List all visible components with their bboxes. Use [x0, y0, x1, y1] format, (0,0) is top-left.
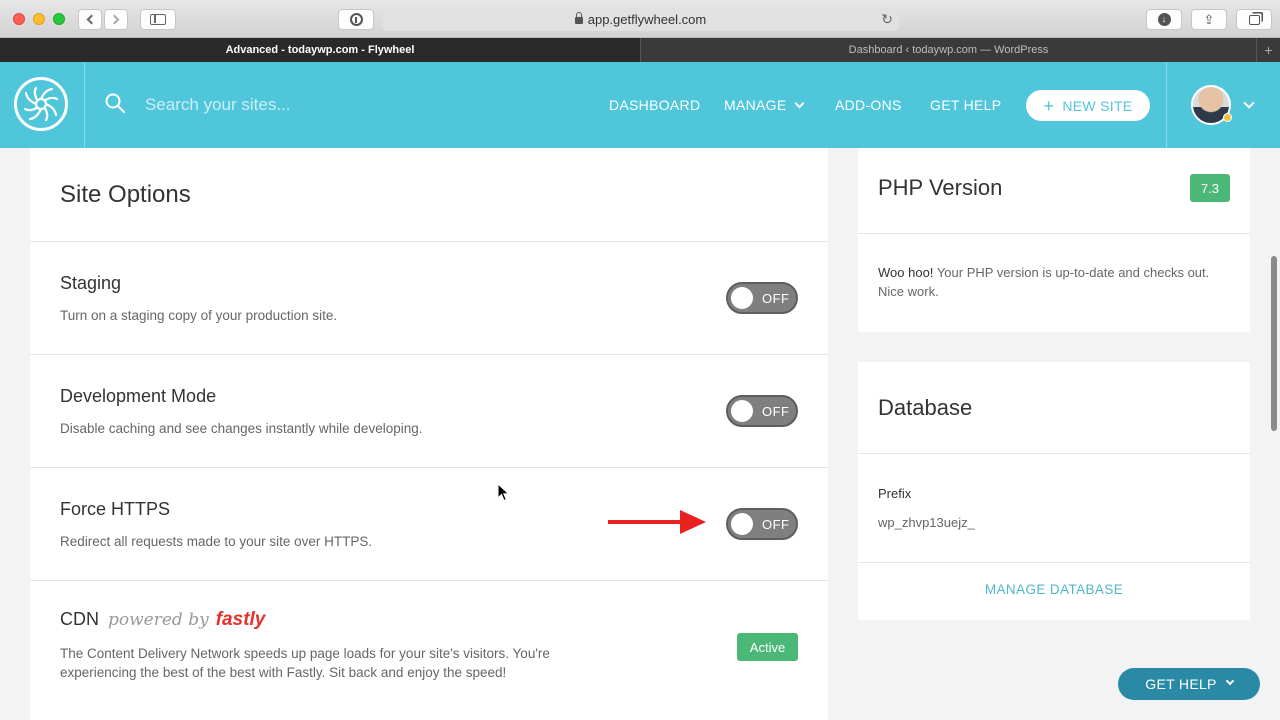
- plus-icon: +: [1043, 95, 1055, 116]
- cdn-desc-line-1: The Content Delivery Network speeds up p…: [60, 646, 550, 661]
- download-icon: ↓: [1157, 13, 1171, 26]
- flywheel-logo-icon: [23, 86, 59, 122]
- toggle-knob: [731, 287, 753, 309]
- tab-overview-button[interactable]: [1236, 9, 1272, 30]
- cdn-label: CDN: [60, 609, 99, 629]
- option-desc: Disable caching and see changes instantl…: [60, 421, 423, 436]
- browser-titlebar: app.getflywheel.com ↻ ↓ ⇪: [0, 0, 1280, 38]
- card-title: Database: [878, 395, 973, 420]
- red-arrow-annotation: [608, 510, 706, 534]
- card-title: PHP Version: [878, 175, 1003, 200]
- sidebar-icon: [150, 14, 166, 25]
- nav-manage[interactable]: MANAGE: [724, 97, 805, 113]
- option-row-staging: Staging Turn on a staging copy of your p…: [30, 241, 828, 354]
- divider: [858, 562, 1250, 563]
- cdn-desc-line-2: experiencing the best of the best with F…: [60, 665, 507, 680]
- search-icon[interactable]: [105, 93, 125, 113]
- divider: [858, 453, 1250, 454]
- page-scrollbar[interactable]: [1271, 256, 1277, 431]
- staging-toggle[interactable]: OFF: [726, 282, 798, 314]
- forward-button[interactable]: [104, 9, 128, 30]
- nav-manage-label: MANAGE: [724, 97, 787, 113]
- chevron-down-icon[interactable]: [1243, 97, 1255, 109]
- option-title: Staging: [60, 273, 122, 293]
- chevron-right-icon: [109, 14, 120, 25]
- development-mode-toggle[interactable]: OFF: [726, 395, 798, 427]
- downloads-button[interactable]: ↓: [1146, 9, 1182, 30]
- option-desc: Redirect all requests made to your site …: [60, 534, 373, 549]
- browser-tab-active[interactable]: Advanced - todaywp.com - Flywheel: [0, 38, 640, 62]
- db-prefix-value: wp_zhvp13uejz_: [878, 515, 975, 530]
- tabs-icon: [1248, 14, 1260, 25]
- lock-icon: [574, 12, 583, 24]
- reload-icon[interactable]: ↻: [881, 11, 893, 28]
- nav-dashboard[interactable]: DASHBOARD: [609, 97, 700, 113]
- php-version-card: PHP Version 7.3 Woo hoo! Your PHP versio…: [858, 148, 1250, 332]
- chevron-down-icon: [1225, 676, 1234, 686]
- db-prefix-label: Prefix: [878, 486, 912, 501]
- panel-title: Site Options: [60, 181, 191, 208]
- option-row-cdn: CDN powered by fastly The Content Delive…: [30, 580, 828, 720]
- sidebar-toggle-button[interactable]: [140, 9, 176, 30]
- database-card: Database Prefix wp_zhvp13uejz_ MANAGE DA…: [858, 362, 1250, 620]
- powered-by-text: powered by: [108, 610, 209, 630]
- password-manager-button[interactable]: [338, 9, 374, 30]
- php-status-strong: Woo hoo!: [878, 265, 934, 280]
- share-icon: ⇪: [1203, 11, 1215, 27]
- header-divider: [1166, 62, 1167, 148]
- get-help-label: GET HELP: [1145, 676, 1217, 692]
- app-header: DASHBOARD MANAGE ADD-ONS GET HELP + NEW …: [0, 62, 1280, 148]
- option-title: Development Mode: [60, 386, 217, 406]
- option-title: CDN powered by fastly: [60, 609, 265, 631]
- minimize-window-button[interactable]: [33, 13, 45, 25]
- option-desc: Turn on a staging copy of your productio…: [60, 308, 338, 323]
- new-site-label: NEW SITE: [1062, 97, 1133, 114]
- option-title: Force HTTPS: [60, 499, 171, 519]
- chevron-left-icon: [86, 14, 97, 25]
- maximize-window-button[interactable]: [53, 13, 65, 25]
- toggle-knob: [731, 513, 753, 535]
- chevron-down-icon: [795, 98, 805, 109]
- cdn-status-badge: Active: [737, 633, 798, 661]
- browser-tabbar: Advanced - todaywp.com - Flywheel Dashbo…: [0, 38, 1280, 62]
- address-bar[interactable]: app.getflywheel.com ↻: [382, 8, 899, 31]
- tab-title: Advanced - todaywp.com - Flywheel: [225, 44, 415, 56]
- toggle-state: OFF: [762, 291, 790, 306]
- get-help-button[interactable]: GET HELP: [1118, 668, 1260, 700]
- share-button[interactable]: ⇪: [1191, 9, 1227, 30]
- divider: [858, 233, 1250, 234]
- site-options-panel: Site Options Staging Turn on a staging c…: [30, 148, 828, 720]
- manage-database-link[interactable]: MANAGE DATABASE: [858, 582, 1250, 597]
- mouse-cursor-icon: [497, 483, 510, 502]
- new-site-button[interactable]: + NEW SITE: [1026, 90, 1150, 121]
- flywheel-logo[interactable]: [14, 77, 68, 131]
- browser-tab-inactive[interactable]: Dashboard ‹ todaywp.com — WordPress: [640, 38, 1256, 62]
- status-dot: [1223, 113, 1232, 122]
- header-divider: [84, 62, 85, 148]
- search-sites-input[interactable]: [145, 92, 565, 118]
- fastly-logo: fastly: [215, 609, 266, 630]
- option-desc: The Content Delivery Network speeds up p…: [60, 644, 550, 682]
- close-window-button[interactable]: [13, 13, 25, 25]
- onepassword-icon: [349, 13, 363, 26]
- toggle-state: OFF: [762, 404, 790, 419]
- php-version-badge: 7.3: [1190, 174, 1230, 202]
- new-tab-button[interactable]: +: [1256, 38, 1280, 62]
- force-https-toggle[interactable]: OFF: [726, 508, 798, 540]
- nav-addons[interactable]: ADD-ONS: [835, 97, 902, 113]
- option-row-force-https: Force HTTPS Redirect all requests made t…: [30, 467, 828, 580]
- back-button[interactable]: [78, 9, 102, 30]
- option-row-development-mode: Development Mode Disable caching and see…: [30, 354, 828, 467]
- nav-get-help[interactable]: GET HELP: [930, 97, 1001, 113]
- toggle-knob: [731, 400, 753, 422]
- toggle-state: OFF: [762, 517, 790, 532]
- php-status-text: Woo hoo! Your PHP version is up-to-date …: [878, 263, 1228, 301]
- url-text: app.getflywheel.com: [587, 12, 707, 27]
- tab-title: Dashboard ‹ todaywp.com — WordPress: [848, 44, 1049, 56]
